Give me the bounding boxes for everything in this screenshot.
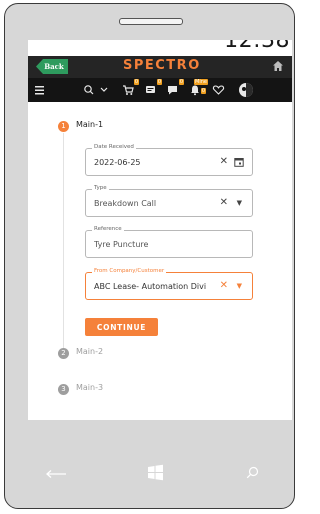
app-topbar: Back SPECTRO: [28, 56, 292, 78]
phone-frame: 12:38 Back SPECTRO 0 0 0 Mine 0 1 Main-1…: [4, 3, 295, 509]
reference-label: Reference: [92, 226, 124, 232]
step-connector-line: [63, 133, 64, 359]
date-received-value[interactable]: 2022-06-25: [94, 158, 141, 167]
cart-button[interactable]: 0: [122, 79, 139, 98]
step-3-title[interactable]: Main-3: [76, 383, 103, 392]
cart-icon: [123, 85, 134, 95]
continue-button[interactable]: CONTINUE: [85, 318, 158, 336]
status-clock: 12:38: [224, 40, 290, 53]
phone-navigation-bar: [5, 438, 293, 508]
type-value[interactable]: Breakdown Call: [94, 199, 156, 208]
chat-button[interactable]: 0: [167, 79, 184, 98]
chat-icon: [168, 86, 177, 95]
notifications-count-badge: 0: [200, 88, 206, 94]
message-icon: [146, 86, 155, 93]
type-field[interactable]: Type Breakdown Call ✕ ▼: [85, 185, 253, 217]
menu-icon[interactable]: [35, 82, 45, 98]
windows-icon[interactable]: [147, 464, 164, 481]
brand-logo: SPECTRO: [123, 58, 201, 73]
reference-field[interactable]: Reference Tyre Puncture: [85, 226, 253, 258]
back-button[interactable]: Back: [36, 59, 68, 74]
calendar-icon[interactable]: [234, 157, 244, 167]
notifications-badge: Mine: [194, 79, 208, 85]
search-icon[interactable]: [83, 82, 95, 98]
cart-badge: 0: [133, 79, 139, 85]
back-arrow-icon[interactable]: [45, 469, 67, 479]
heart-icon[interactable]: [212, 82, 225, 98]
step-1-title[interactable]: Main-1: [76, 120, 103, 129]
from-company-field[interactable]: From Company/Customer ABC Lease- Automat…: [85, 268, 253, 300]
app-screen: 12:38 Back SPECTRO 0 0 0 Mine 0 1 Main-1…: [28, 40, 292, 420]
profile-icon[interactable]: [238, 82, 254, 98]
chevron-down-icon[interactable]: [100, 82, 108, 98]
dropdown-icon[interactable]: ▼: [237, 280, 242, 292]
messages-button[interactable]: 0: [145, 79, 162, 98]
app-navbar: 0 0 0 Mine 0: [28, 78, 292, 102]
chat-badge: 0: [178, 79, 184, 85]
from-company-label: From Company/Customer: [92, 268, 167, 274]
date-received-label: Date Received: [92, 144, 136, 150]
step-2-number: 2: [58, 348, 69, 359]
step-3-number: 3: [58, 384, 69, 395]
messages-badge: 0: [156, 79, 162, 85]
phone-speaker: [119, 18, 183, 25]
clear-icon[interactable]: ✕: [220, 197, 228, 209]
reference-value[interactable]: Tyre Puncture: [94, 240, 148, 249]
type-label: Type: [92, 185, 109, 191]
home-icon[interactable]: [272, 60, 284, 72]
search-icon[interactable]: [246, 466, 259, 479]
dropdown-icon[interactable]: ▼: [237, 197, 242, 209]
notifications-button[interactable]: Mine 0: [189, 79, 208, 98]
step-1-number: 1: [58, 121, 69, 132]
step-2-title[interactable]: Main-2: [76, 347, 103, 356]
from-company-value[interactable]: ABC Lease- Automation Divi: [94, 282, 218, 291]
clear-icon[interactable]: ✕: [220, 156, 228, 168]
clear-icon[interactable]: ✕: [220, 280, 228, 292]
date-received-field[interactable]: Date Received 2022-06-25 ✕: [85, 144, 253, 176]
